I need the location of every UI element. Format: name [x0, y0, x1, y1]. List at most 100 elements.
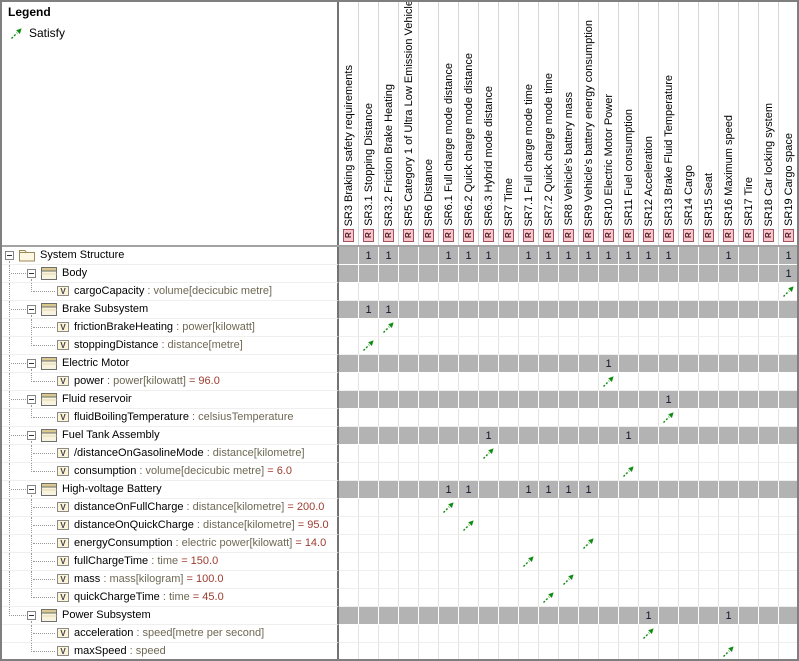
matrix-cell[interactable] — [619, 355, 639, 373]
matrix-cell[interactable] — [579, 643, 599, 659]
matrix-cell[interactable] — [719, 283, 739, 301]
matrix-cell[interactable] — [459, 409, 479, 427]
matrix-cell[interactable] — [479, 391, 499, 409]
matrix-cell[interactable] — [539, 553, 559, 571]
matrix-cell[interactable] — [339, 571, 359, 589]
matrix-cell[interactable] — [439, 319, 459, 337]
matrix-cell[interactable] — [739, 265, 759, 283]
matrix-cell[interactable] — [699, 553, 719, 571]
matrix-cell[interactable] — [659, 463, 679, 481]
matrix-cell[interactable] — [599, 517, 619, 535]
matrix-cell[interactable] — [699, 301, 719, 319]
matrix-cell[interactable] — [779, 607, 797, 625]
matrix-cell[interactable] — [519, 283, 539, 301]
matrix-cell[interactable] — [719, 445, 739, 463]
matrix-cell[interactable] — [739, 355, 759, 373]
matrix-cell[interactable] — [739, 517, 759, 535]
tree-expander[interactable] — [27, 269, 36, 278]
matrix-cell[interactable] — [719, 481, 739, 499]
matrix-cell[interactable] — [379, 571, 399, 589]
matrix-cell[interactable] — [559, 265, 579, 283]
matrix-cell[interactable] — [699, 391, 719, 409]
column-header-SR3.1[interactable]: SR3.1 Stopping Distance R — [359, 2, 379, 245]
matrix-cell[interactable] — [679, 355, 699, 373]
matrix-cell[interactable] — [719, 571, 739, 589]
column-header-SR17[interactable]: SR17 Tire R — [739, 2, 759, 245]
matrix-cell[interactable] — [559, 301, 579, 319]
matrix-cell[interactable] — [519, 337, 539, 355]
matrix-cell[interactable] — [759, 535, 779, 553]
matrix-cell[interactable] — [739, 337, 759, 355]
column-header-SR12[interactable]: SR12 Acceleration R — [639, 2, 659, 245]
matrix-cell[interactable] — [599, 607, 619, 625]
matrix-cell[interactable] — [539, 535, 559, 553]
matrix-cell[interactable] — [659, 481, 679, 499]
matrix-cell[interactable] — [419, 427, 439, 445]
matrix-cell[interactable] — [659, 499, 679, 517]
matrix-cell[interactable] — [499, 247, 519, 265]
matrix-cell[interactable] — [459, 535, 479, 553]
matrix-cell[interactable] — [679, 571, 699, 589]
matrix-cell[interactable] — [359, 355, 379, 373]
matrix-cell[interactable] — [379, 283, 399, 301]
matrix-cell[interactable] — [359, 517, 379, 535]
matrix-cell[interactable] — [739, 391, 759, 409]
column-header-SR19[interactable]: SR19 Cargo space R — [779, 2, 797, 245]
matrix-cell[interactable] — [439, 355, 459, 373]
tree-node-label[interactable]: System Structure — [40, 247, 124, 264]
matrix-cell[interactable]: 1 — [559, 247, 579, 265]
tree-node-label[interactable]: distanceOnQuickCharge : distance[kilomet… — [74, 517, 329, 534]
matrix-cell[interactable] — [499, 553, 519, 571]
matrix-cell[interactable] — [339, 643, 359, 659]
column-header-SR3.2[interactable]: SR3.2 Friction Brake Heating R — [379, 2, 399, 245]
matrix-cell[interactable] — [379, 643, 399, 659]
matrix-cell[interactable] — [639, 301, 659, 319]
matrix-cell[interactable] — [579, 571, 599, 589]
column-header-SR6.1[interactable]: SR6.1 Full charge mode distance R — [439, 2, 459, 245]
matrix-cell[interactable] — [499, 409, 519, 427]
matrix-cell[interactable] — [719, 373, 739, 391]
matrix-cell[interactable]: 1 — [479, 427, 499, 445]
matrix-cell[interactable] — [399, 589, 419, 607]
matrix-cell[interactable] — [479, 445, 499, 463]
tree-node-label[interactable]: fullChargeTime : time = 150.0 — [74, 553, 218, 570]
matrix-cell[interactable] — [519, 265, 539, 283]
tree-node-label[interactable]: stoppingDistance : distance[metre] — [74, 337, 243, 354]
matrix-cell[interactable] — [399, 517, 419, 535]
matrix-cell[interactable] — [359, 481, 379, 499]
matrix-cell[interactable] — [759, 463, 779, 481]
matrix-cell[interactable] — [339, 607, 359, 625]
matrix-cell[interactable] — [579, 625, 599, 643]
matrix-cell[interactable] — [519, 607, 539, 625]
matrix-cell[interactable] — [459, 625, 479, 643]
matrix-cell[interactable] — [739, 409, 759, 427]
matrix-cell[interactable] — [339, 283, 359, 301]
tree-node-label[interactable]: mass : mass[kilogram] = 100.0 — [74, 571, 224, 588]
matrix-cell[interactable] — [639, 445, 659, 463]
matrix-cell[interactable] — [579, 463, 599, 481]
matrix-cell[interactable] — [439, 463, 459, 481]
matrix-cell[interactable] — [419, 301, 439, 319]
matrix-cell[interactable] — [539, 607, 559, 625]
matrix-cell[interactable] — [339, 625, 359, 643]
matrix-cell[interactable] — [679, 265, 699, 283]
matrix-cell[interactable]: 1 — [779, 247, 797, 265]
matrix-cell[interactable] — [659, 355, 679, 373]
matrix-cell[interactable] — [759, 571, 779, 589]
matrix-cell[interactable] — [599, 427, 619, 445]
matrix-cell[interactable] — [539, 571, 559, 589]
matrix-cell[interactable]: 1 — [539, 247, 559, 265]
matrix-cell[interactable] — [559, 535, 579, 553]
matrix-cell[interactable] — [619, 553, 639, 571]
matrix-cell[interactable] — [719, 499, 739, 517]
matrix-cell[interactable] — [519, 553, 539, 571]
matrix-cell[interactable] — [599, 481, 619, 499]
matrix-cell[interactable] — [379, 427, 399, 445]
matrix-cell[interactable] — [399, 319, 419, 337]
matrix-cell[interactable] — [439, 625, 459, 643]
matrix-cell[interactable] — [619, 481, 639, 499]
matrix-cell[interactable] — [359, 643, 379, 659]
matrix-cell[interactable] — [499, 427, 519, 445]
matrix-cell[interactable] — [679, 553, 699, 571]
matrix-cell[interactable] — [739, 643, 759, 659]
